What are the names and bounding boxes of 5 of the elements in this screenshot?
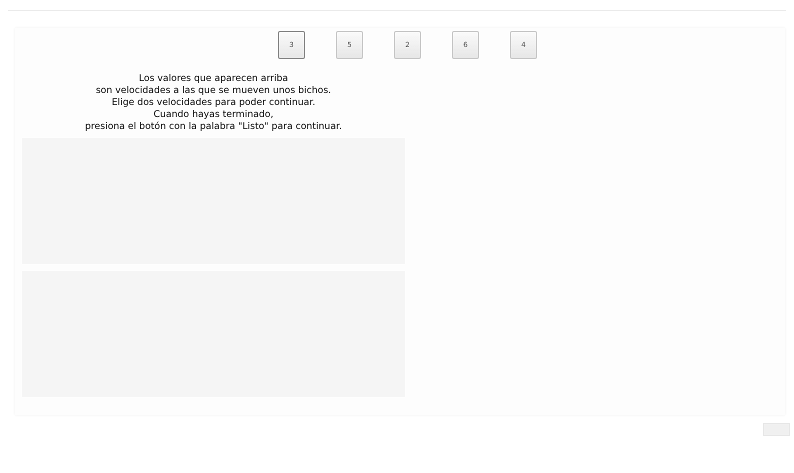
instruction-text: son velocidades a las que se mueven unos bichos.	[94, 85, 332, 97]
instruction-text: Cuando hayas terminado,	[152, 109, 274, 121]
instruction-text: Elige dos velocidades para poder continuar.	[110, 97, 316, 109]
instruction-text: Los valores que aparecen arriba	[138, 73, 290, 85]
instruction-text: presiona el botón con la palabra "Listo" para continuar.	[84, 121, 343, 133]
